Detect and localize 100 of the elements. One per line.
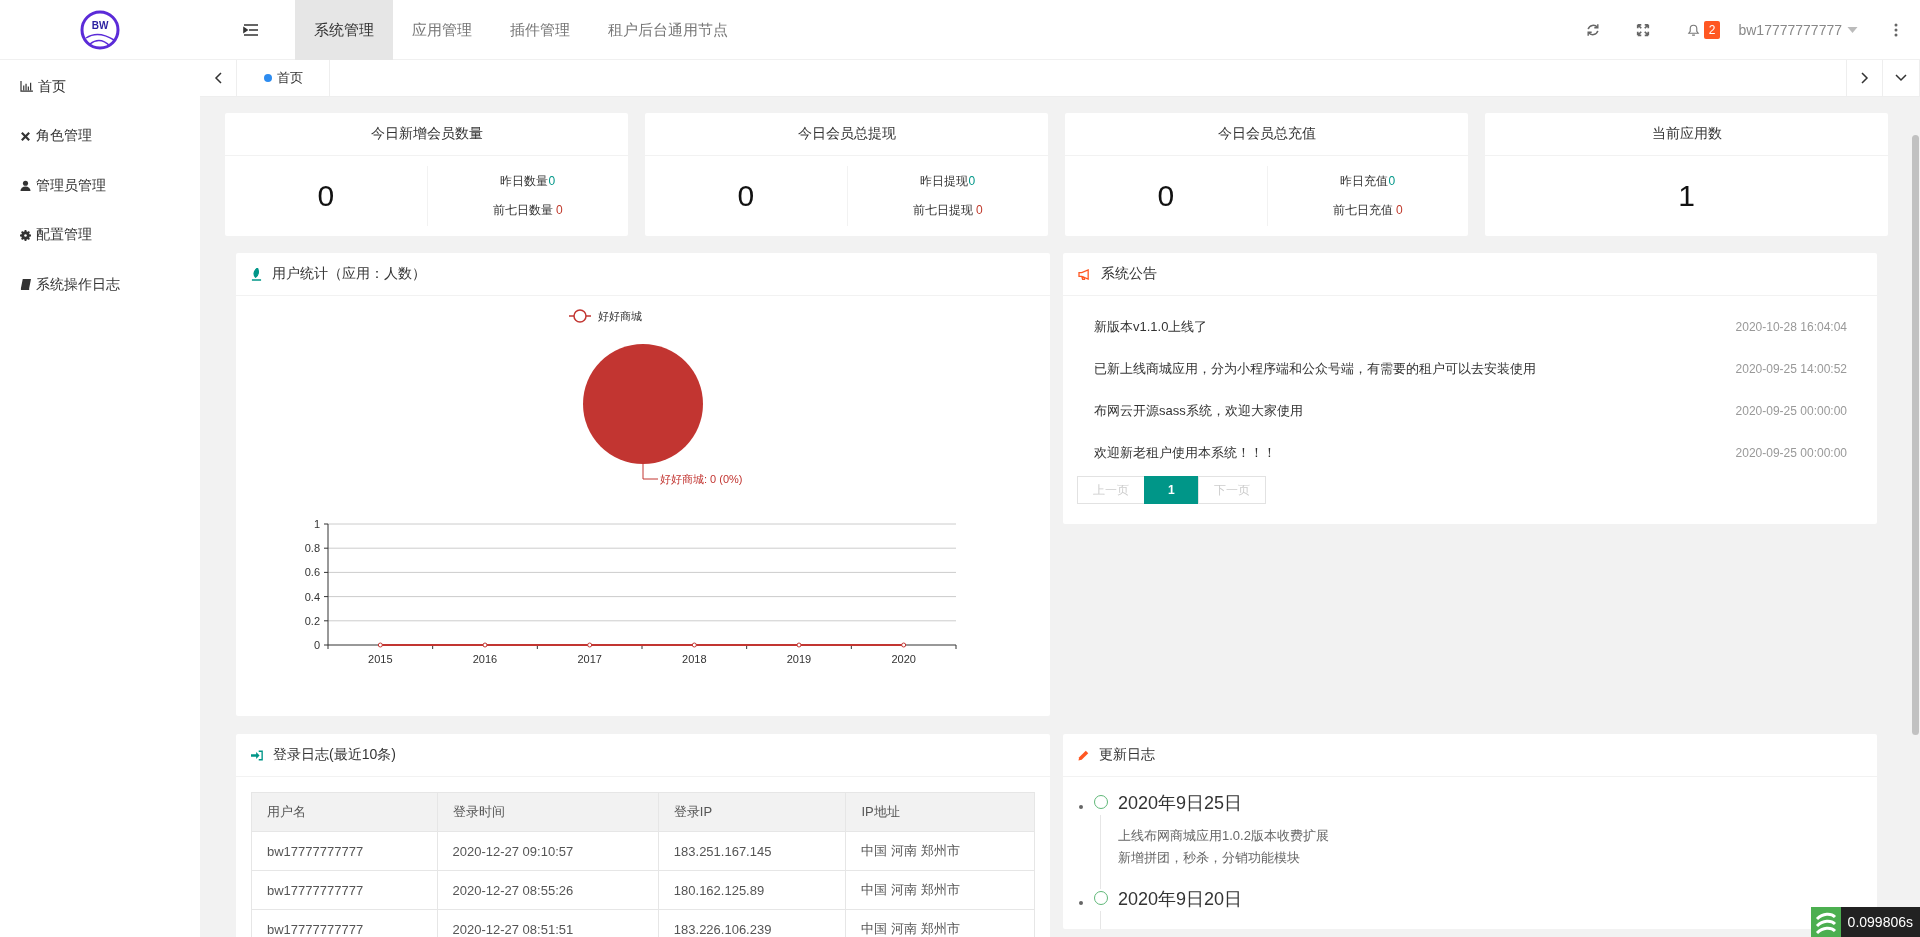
column-header: 登录时间 — [437, 792, 659, 832]
pie-label: 好好商城: 0 (0%) — [660, 473, 743, 485]
table-cell: 180.162.125.89 — [658, 870, 846, 910]
sidebar-item[interactable]: 管理员管理 — [0, 161, 200, 211]
sign-in-icon — [251, 749, 263, 761]
card-title: 今日会员总充值 — [1065, 113, 1468, 156]
stat-detail: 昨日充值0 — [1340, 173, 1396, 190]
chevron-right-icon — [1860, 72, 1869, 84]
user-icon — [20, 180, 31, 192]
leader-line — [642, 463, 659, 480]
refresh-icon[interactable] — [1585, 22, 1600, 37]
megaphone-icon — [1078, 268, 1091, 280]
data-point — [691, 642, 697, 648]
data-point — [482, 642, 488, 648]
x-tick-label: 2015 — [368, 653, 393, 665]
table-cell: 183.251.167.145 — [658, 831, 846, 871]
nav-tab[interactable]: 插件管理 — [491, 0, 589, 60]
timeline-text: 上线布网商城应用1.0.2版本收费扩展 — [1118, 827, 1329, 845]
bar-chart-icon — [20, 81, 33, 93]
logo-icon: BW — [80, 9, 120, 50]
y-tick-label: 0 — [313, 639, 320, 651]
timeline-date: 2020年9日25日 — [1118, 793, 1244, 813]
stat-value: 1 — [1677, 179, 1696, 213]
menu-icon[interactable] — [243, 22, 259, 37]
sidebar-item[interactable]: 角色管理 — [0, 111, 200, 161]
y-tick-label: 0.2 — [304, 614, 320, 627]
book-icon — [20, 279, 31, 291]
stat-detail: 昨日提现0 — [920, 173, 976, 190]
card-title: 今日会员总提现 — [645, 113, 1048, 156]
data-point — [377, 642, 383, 648]
sidebar-item[interactable]: 配置管理 — [0, 210, 200, 260]
page-number[interactable]: 1 — [1144, 476, 1199, 504]
x-tick-label: 2016 — [472, 653, 498, 665]
leaf-icon — [251, 267, 262, 281]
column-header: IP地址 — [845, 792, 1035, 832]
x-tick-label: 2018 — [682, 653, 707, 665]
table-cell: 2020-12-27 08:55:26 — [437, 870, 659, 910]
table-cell: bw17777777777 — [251, 909, 437, 937]
x-tick-label: 2020 — [891, 653, 916, 665]
notice-time: 2020-09-25 14:00:52 — [1735, 362, 1847, 376]
notice-time: 2020-10-28 16:04:04 — [1735, 320, 1847, 334]
chevron-down-icon — [1895, 74, 1907, 82]
column-header: 用户名 — [251, 792, 437, 832]
table-cell: 中国 河南 郑州市 — [845, 831, 1035, 871]
panel-title: 登录日志(最近10条) — [273, 746, 396, 764]
table-cell: 2020-12-27 09:10:57 — [437, 831, 659, 871]
nav-tab[interactable]: 系统管理 — [295, 0, 393, 60]
timeline-date: 2020年9日20日 — [1118, 889, 1243, 909]
fullscreen-icon[interactable] — [1635, 22, 1650, 37]
bell-icon[interactable] — [1685, 22, 1701, 37]
card-title: 今日新增会员数量 — [225, 113, 628, 156]
nav-tab[interactable]: 应用管理 — [393, 0, 491, 60]
stat-value: 0 — [1065, 166, 1268, 226]
crossed-tools-icon — [20, 130, 31, 142]
stat-detail: 前七日充值 0 — [1332, 202, 1403, 219]
stat-value: 0 — [645, 166, 848, 226]
notice-link[interactable]: 欢迎新老租户使用本系统！！！ — [1094, 444, 1276, 462]
more-icon[interactable] — [1894, 22, 1898, 37]
stat-detail: 前七日数量 0 — [492, 202, 563, 219]
notice-link[interactable]: 布网云开源sass系统，欢迎大家使用 — [1094, 402, 1303, 420]
notification-count: 2 — [1703, 20, 1721, 39]
chevron-left-icon — [214, 72, 222, 84]
bullet-icon — [1079, 901, 1083, 905]
scroll-right-button[interactable] — [1846, 60, 1883, 96]
panel-title: 用户统计（应用：人数） — [272, 265, 426, 283]
settings-icon — [20, 229, 31, 241]
table-cell: bw17777777777 — [251, 870, 437, 910]
x-tick-label: 2017 — [577, 653, 602, 665]
card-title: 当前应用数 — [1485, 113, 1888, 156]
nav-tab[interactable]: 租户后台通用节点 — [589, 0, 747, 60]
trace-time: 0.099806s — [1846, 914, 1914, 930]
data-point — [901, 642, 907, 648]
data-point — [587, 642, 593, 648]
stat-detail: 昨日数量0 — [500, 173, 556, 190]
panel-title: 更新日志 — [1099, 746, 1155, 764]
data-point — [796, 642, 802, 648]
panel-title: 系统公告 — [1101, 265, 1157, 283]
table-cell: bw17777777777 — [251, 831, 437, 871]
stat-detail: 前七日提现 0 — [912, 202, 983, 219]
legend-item[interactable]: 好好商城 — [568, 309, 642, 323]
notice-link[interactable]: 已新上线商城应用，分为小程序端和公众号端，有需要的租户可以去安装使用 — [1094, 360, 1536, 378]
y-tick-label: 0.6 — [304, 566, 320, 579]
caret-icon — [1847, 26, 1858, 33]
bullet-icon — [1079, 805, 1083, 809]
sidebar-item[interactable]: 首页 — [0, 62, 200, 112]
user-menu[interactable]: bw17777777777 — [1738, 21, 1858, 38]
y-tick-label: 1 — [313, 518, 320, 530]
y-tick-label: 0.4 — [304, 590, 320, 603]
column-header: 登录IP — [658, 792, 846, 832]
timeline-text: 新增拼团，秒杀，分销功能模块 — [1118, 849, 1301, 867]
notice-time: 2020-09-25 00:00:00 — [1735, 446, 1847, 460]
sidebar-item[interactable]: 系统操作日志 — [0, 260, 200, 310]
stat-value: 0 — [225, 166, 428, 226]
x-tick-label: 2019 — [786, 653, 812, 665]
notice-time: 2020-09-25 00:00:00 — [1735, 404, 1847, 418]
pencil-icon — [1078, 749, 1089, 761]
trace-badge[interactable]: 0.099806s — [1810, 907, 1920, 937]
notice-link[interactable]: 新版本v1.1.0上线了 — [1094, 318, 1208, 336]
y-tick-label: 0.8 — [304, 542, 320, 555]
table-cell: 中国 河南 郑州市 — [845, 870, 1035, 910]
